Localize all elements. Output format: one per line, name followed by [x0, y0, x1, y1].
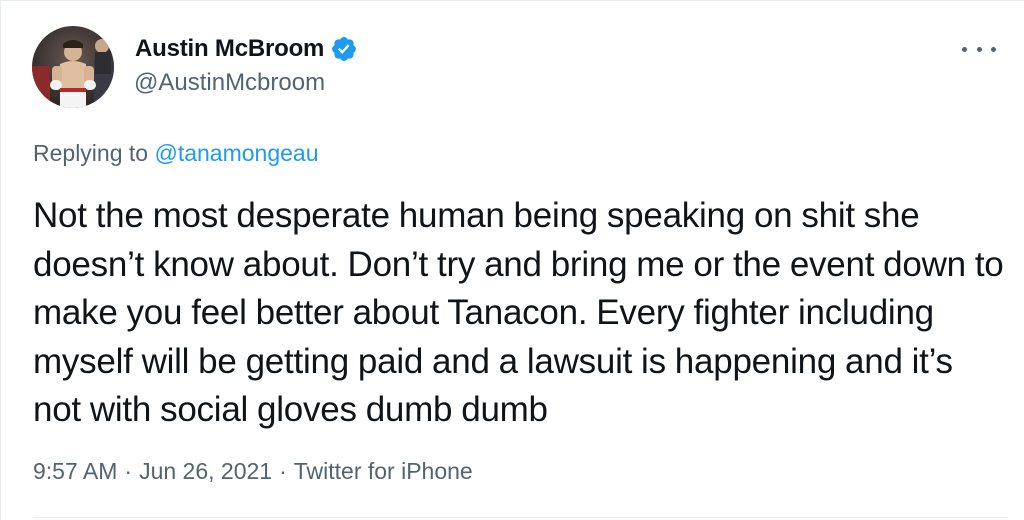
tweet-time[interactable]: 9:57 AM	[33, 458, 117, 484]
meta-separator: ·	[124, 458, 133, 484]
replying-to-line: Replying to @tanamongeau	[33, 140, 319, 167]
dot	[976, 46, 982, 52]
display-name[interactable]: Austin McBroom	[135, 35, 324, 63]
meta-separator: ·	[279, 458, 287, 484]
replying-to-link[interactable]: @tanamongeau	[154, 140, 318, 166]
author-handle[interactable]: @AustinMcbroom	[134, 69, 325, 97]
verified-badge-icon	[330, 35, 358, 63]
tweet-text: Not the most desperate human being speak…	[33, 196, 1004, 429]
more-options-icon[interactable]	[962, 38, 996, 60]
card-border-left	[0, 0, 1, 520]
replying-to-label: Replying to	[33, 140, 155, 166]
divider	[33, 517, 1008, 518]
avatar[interactable]	[32, 26, 114, 108]
tweet-date[interactable]: Jun 26, 2021	[139, 458, 272, 484]
card-border-top	[0, 0, 1024, 1]
author-name-row[interactable]: Austin McBroom	[135, 34, 358, 64]
dot	[991, 46, 996, 52]
avatar-photo	[32, 26, 114, 108]
tweet-source[interactable]: Twitter for iPhone	[294, 458, 473, 484]
tweet-meta: 9:57 AM · Jun 26, 2021 · Twitter for iPhone	[33, 458, 473, 485]
tweet-card: Austin McBroom @AustinMcbroom Replying t…	[0, 0, 1024, 520]
dot	[962, 46, 967, 52]
